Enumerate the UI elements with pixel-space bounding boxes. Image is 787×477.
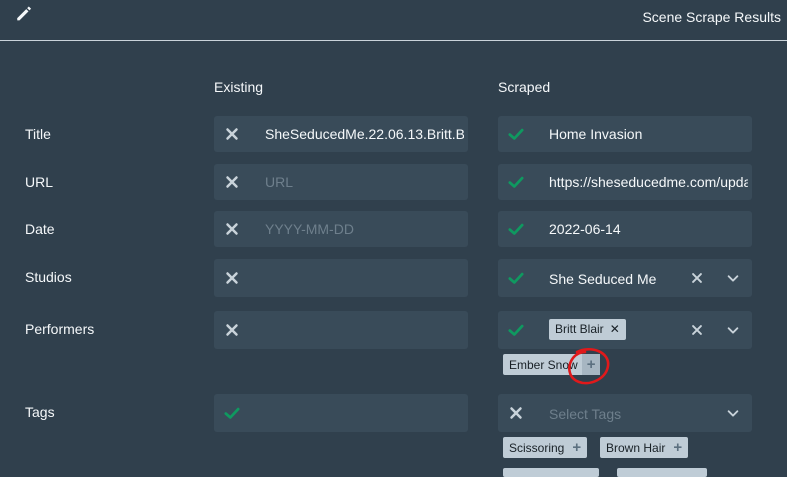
scraped-title-field[interactable]: Home Invasion <box>498 116 752 152</box>
row-label-date: Date <box>25 221 55 237</box>
check-icon[interactable] <box>507 321 525 339</box>
row-label-performers: Performers <box>25 321 95 337</box>
new-tag-label: Brown Hair <box>606 441 666 455</box>
check-icon[interactable] <box>507 269 525 287</box>
close-icon[interactable] <box>223 321 241 339</box>
row-label-studios: Studios <box>25 269 72 285</box>
scraped-url-value: https://sheseducedme.com/updates/home-in… <box>549 174 748 190</box>
tags-select-placeholder: Select Tags <box>549 406 622 422</box>
scraped-studio-value: She Seduced Me <box>549 271 657 287</box>
existing-date-field[interactable]: YYYY-MM-DD <box>214 211 468 247</box>
new-performer-tag: Ember Snow + <box>503 354 601 375</box>
close-icon[interactable] <box>223 125 241 143</box>
chevron-down-icon[interactable] <box>726 406 740 420</box>
new-tag-item: Scissoring + <box>503 437 588 458</box>
check-icon[interactable] <box>223 404 241 422</box>
partial-tag-item <box>503 468 599 477</box>
modal-header: Scene Scrape Results <box>0 0 787 41</box>
new-tag-item: Brown Hair + <box>600 437 689 458</box>
scraped-studios-select[interactable]: She Seduced Me <box>498 259 752 297</box>
check-icon[interactable] <box>507 220 525 238</box>
clear-icon[interactable] <box>690 323 704 337</box>
plus-icon[interactable]: + <box>572 437 581 458</box>
close-icon[interactable] <box>507 404 525 422</box>
check-icon[interactable] <box>507 173 525 191</box>
column-existing: Existing <box>214 79 264 95</box>
row-label-tags: Tags <box>25 404 55 420</box>
close-icon[interactable] <box>223 173 241 191</box>
existing-url-placeholder: URL <box>265 174 294 190</box>
performer-tag: Britt Blair ✕ <box>549 319 626 340</box>
clear-icon[interactable] <box>690 271 704 285</box>
scraped-performers-select[interactable]: Britt Blair ✕ <box>498 311 752 349</box>
modal-title: Scene Scrape Results <box>642 9 781 25</box>
existing-title-value: SheSeducedMe.22.06.13.Britt.Blair <box>265 126 464 142</box>
close-icon[interactable] <box>223 220 241 238</box>
scraped-title-value: Home Invasion <box>549 126 643 142</box>
chevron-down-icon[interactable] <box>726 323 740 337</box>
column-scraped: Scraped <box>498 79 551 95</box>
row-label-title: Title <box>25 126 51 142</box>
scraped-date-field[interactable]: 2022-06-14 <box>498 211 752 247</box>
pencil-icon[interactable] <box>15 4 33 22</box>
existing-date-placeholder: YYYY-MM-DD <box>265 221 354 237</box>
existing-url-field[interactable]: URL <box>214 164 468 200</box>
scraped-url-field[interactable]: https://sheseducedme.com/updates/home-in… <box>498 164 752 200</box>
existing-title-field[interactable]: SheSeducedMe.22.06.13.Britt.Blair <box>214 116 468 152</box>
existing-performers-field[interactable] <box>214 311 468 349</box>
plus-icon[interactable]: + <box>673 437 682 458</box>
chevron-down-icon[interactable] <box>726 271 740 285</box>
existing-tags-field[interactable] <box>214 394 468 432</box>
close-icon[interactable] <box>223 269 241 287</box>
scraped-tags-select[interactable]: Select Tags <box>498 394 752 432</box>
partial-tag-item <box>617 468 707 477</box>
plus-icon[interactable]: + <box>581 354 601 375</box>
scraped-date-value: 2022-06-14 <box>549 221 621 237</box>
new-tag-label: Scissoring <box>509 441 565 455</box>
check-icon[interactable] <box>507 125 525 143</box>
remove-tag-icon[interactable]: ✕ <box>610 319 620 340</box>
existing-studios-field[interactable] <box>214 259 468 297</box>
new-performer-label: Ember Snow <box>509 358 578 372</box>
performer-tag-label: Britt Blair <box>555 322 604 336</box>
row-label-url: URL <box>25 174 54 190</box>
